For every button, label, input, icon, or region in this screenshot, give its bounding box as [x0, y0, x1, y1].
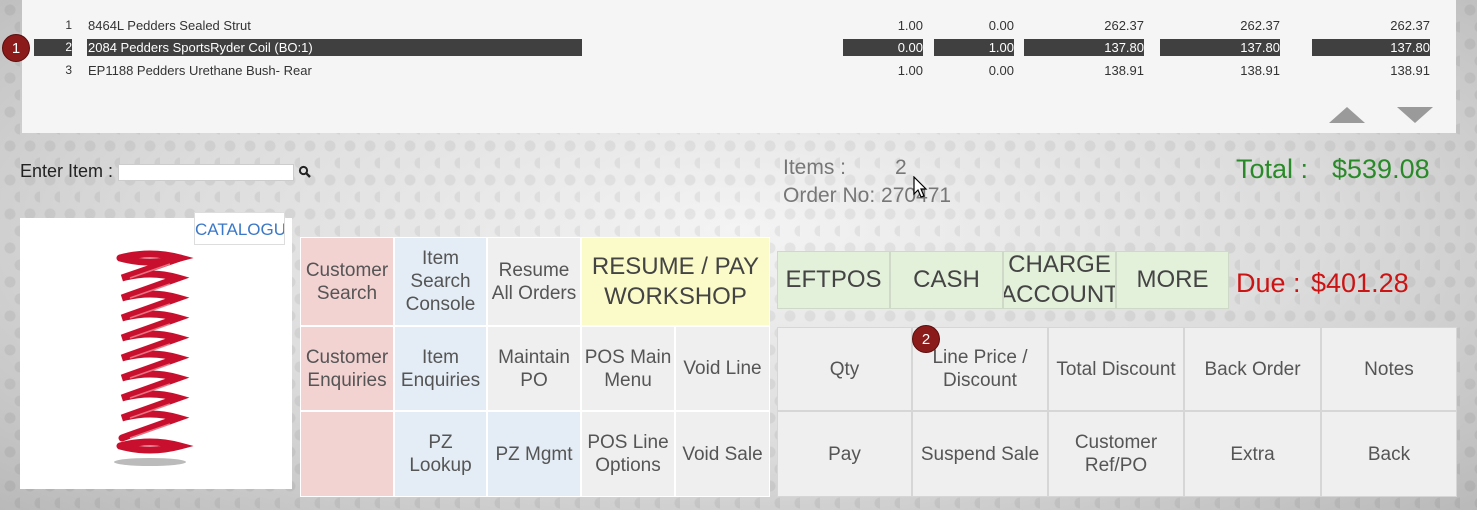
line-description: 2084 Pedders SportsRyder Coil (BO:1)	[87, 39, 582, 56]
line-price: 138.91	[1104, 63, 1144, 78]
back-button[interactable]: Back	[1321, 411, 1457, 497]
line-total: 137.80	[1160, 39, 1280, 56]
enter-item-label: Enter Item :	[20, 161, 114, 181]
line-backorder: 1.00	[934, 39, 1014, 56]
customer-enquiries-button[interactable]: Customer Enquiries	[300, 326, 394, 411]
scroll-up-arrow-icon[interactable]	[1329, 107, 1365, 123]
charge-account-button[interactable]: CHARGE ACCOUNT	[1003, 251, 1116, 309]
resume-pay-workshop-button[interactable]: RESUME / PAY WORKSHOP	[581, 237, 770, 326]
order-lines-panel: 1 8464L Pedders Sealed Strut 1.00 0.00 2…	[22, 0, 1456, 133]
items-count-value: 2	[895, 156, 907, 179]
notes-button[interactable]: Notes	[1321, 327, 1457, 411]
customer-search-button[interactable]: Customer Search	[300, 237, 394, 326]
line-total: 138.91	[1240, 63, 1280, 78]
line-total: 262.37	[1240, 18, 1280, 33]
back-order-button[interactable]: Back Order	[1184, 327, 1321, 411]
cash-button[interactable]: CASH	[890, 251, 1003, 309]
line-number: 3	[65, 63, 72, 77]
pz-mgmt-button[interactable]: PZ Mgmt	[487, 411, 581, 497]
pz-lookup-button[interactable]: PZ Lookup	[394, 411, 487, 497]
line-price: 262.37	[1104, 18, 1144, 33]
line-number: 1	[65, 18, 72, 32]
items-count-label: Items :	[783, 156, 847, 179]
item-enquiries-button[interactable]: Item Enquiries	[394, 326, 487, 411]
pos-line-options-button[interactable]: POS Line Options	[581, 411, 675, 497]
void-sale-button[interactable]: Void Sale	[675, 411, 770, 497]
void-line-button[interactable]: Void Line	[675, 326, 770, 411]
callout-badge-2: 2	[912, 325, 940, 353]
line-description: EP1188 Pedders Urethane Bush- Rear	[88, 63, 312, 78]
total-discount-button[interactable]: Total Discount	[1048, 327, 1184, 411]
search-icon[interactable]	[298, 165, 312, 179]
empty-pink-cell	[300, 411, 394, 497]
pos-main-menu-button[interactable]: POS Main Menu	[581, 326, 675, 411]
extra-button[interactable]: Extra	[1184, 411, 1321, 497]
line-qty: 0.00	[843, 39, 923, 56]
coil-spring-product-image	[114, 250, 194, 466]
item-search-console-button[interactable]: Item Search Console	[394, 237, 487, 326]
total-label: Total :	[1236, 154, 1309, 184]
suspend-sale-button[interactable]: Suspend Sale	[912, 411, 1048, 497]
line-qty: 1.00	[897, 18, 923, 33]
catalogue-button[interactable]: CATALOGU	[194, 212, 285, 245]
line-gross: 138.91	[1390, 63, 1430, 78]
mouse-pointer-icon	[913, 176, 928, 198]
callout-badge-1: 1	[2, 34, 30, 62]
total-value: $539.08	[1332, 154, 1430, 184]
line-number: 2	[34, 39, 72, 56]
customer-ref-po-button[interactable]: Customer Ref/PO	[1048, 411, 1184, 497]
pay-button[interactable]: Pay	[777, 411, 912, 497]
line-price: 137.80	[1024, 39, 1144, 56]
enter-item-input[interactable]	[118, 164, 294, 181]
line-qty: 1.00	[897, 63, 923, 78]
due-value: $401.28	[1311, 268, 1409, 298]
scroll-down-arrow-icon[interactable]	[1397, 107, 1433, 123]
more-button[interactable]: MORE	[1116, 251, 1229, 309]
order-line-row[interactable]: 1 8464L Pedders Sealed Strut 1.00 0.00 2…	[22, 17, 1456, 34]
line-gross: 137.80	[1312, 39, 1430, 56]
maintain-po-button[interactable]: Maintain PO	[487, 326, 581, 411]
eftpos-button[interactable]: EFTPOS	[777, 251, 890, 309]
line-backorder: 0.00	[988, 18, 1014, 33]
due-label: Due :	[1236, 268, 1301, 298]
order-line-row[interactable]: 3 EP1188 Pedders Urethane Bush- Rear 1.0…	[22, 62, 1456, 79]
line-gross: 262.37	[1390, 18, 1430, 33]
order-line-row-selected[interactable]: 2 2084 Pedders SportsRyder Coil (BO:1) 0…	[22, 39, 1456, 56]
resume-all-orders-button[interactable]: Resume All Orders	[487, 237, 581, 326]
qty-button[interactable]: Qty	[777, 327, 912, 411]
line-backorder: 0.00	[988, 63, 1014, 78]
line-description: 8464L Pedders Sealed Strut	[88, 18, 251, 33]
